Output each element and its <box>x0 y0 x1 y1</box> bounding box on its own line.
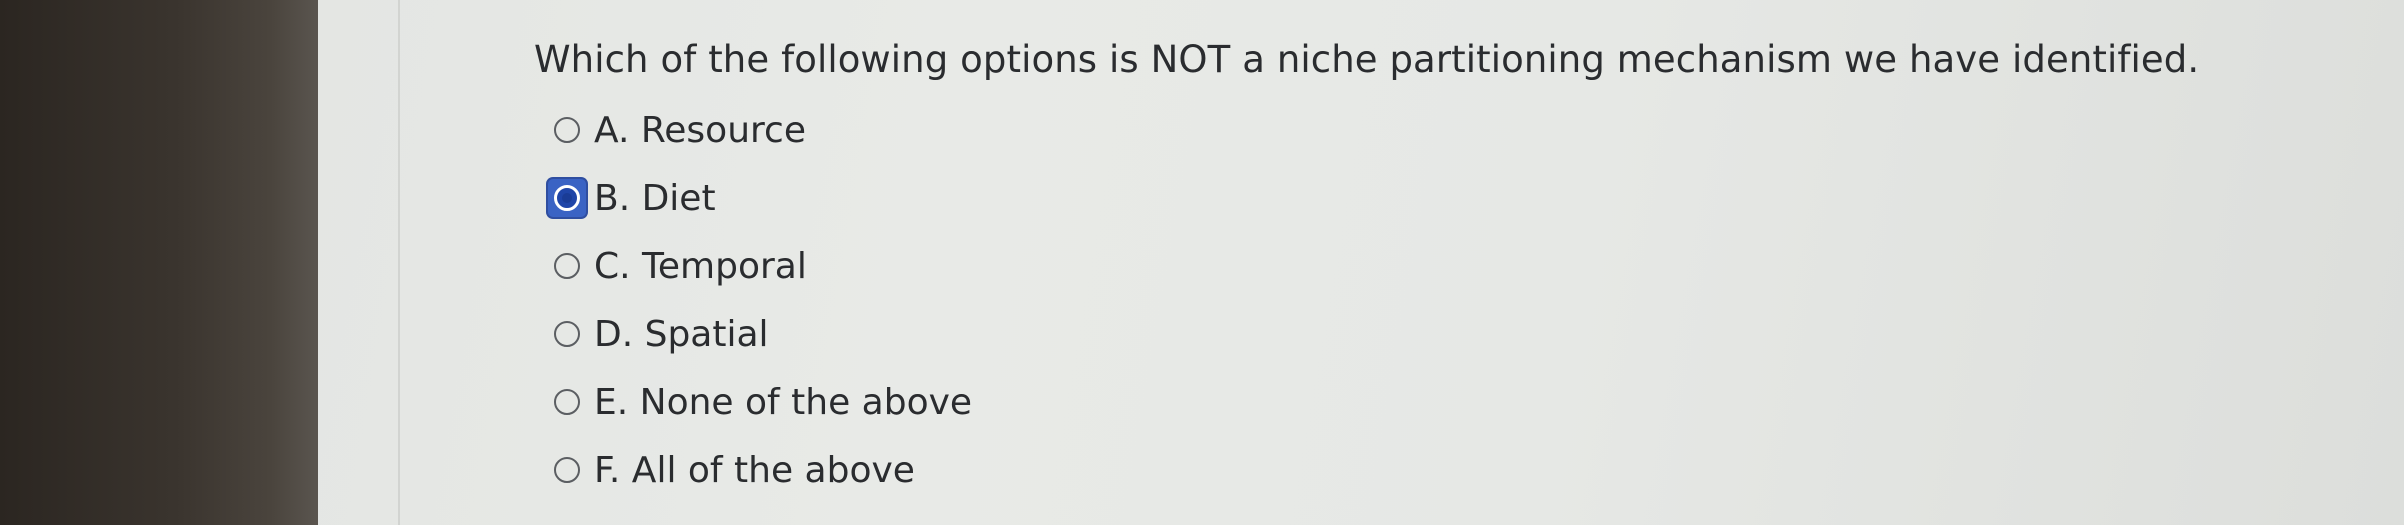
option-b[interactable]: B. Diet <box>548 164 972 232</box>
option-e[interactable]: E. None of the above <box>548 368 972 436</box>
monitor-bezel <box>0 0 318 525</box>
radio-button-icon[interactable] <box>548 383 586 421</box>
option-label: B. Diet <box>594 177 716 219</box>
radio-button-selected-icon[interactable] <box>548 179 586 217</box>
option-label: C. Temporal <box>594 245 807 287</box>
radio-button-icon[interactable] <box>548 315 586 353</box>
answer-options: A. Resource B. Diet C. Temporal D. Spati… <box>548 96 972 504</box>
radio-button-icon[interactable] <box>548 247 586 285</box>
option-a[interactable]: A. Resource <box>548 96 972 164</box>
option-label: A. Resource <box>594 109 806 151</box>
radio-button-icon[interactable] <box>548 111 586 149</box>
option-label: F. All of the above <box>594 449 915 491</box>
panel-divider <box>398 0 400 525</box>
question-text: Which of the following options is NOT a … <box>534 38 2200 81</box>
option-label: D. Spatial <box>594 313 769 355</box>
option-f[interactable]: F. All of the above <box>548 436 972 504</box>
option-label: E. None of the above <box>594 381 973 423</box>
radio-button-icon[interactable] <box>548 451 586 489</box>
option-c[interactable]: C. Temporal <box>548 232 972 300</box>
option-d[interactable]: D. Spatial <box>548 300 972 368</box>
